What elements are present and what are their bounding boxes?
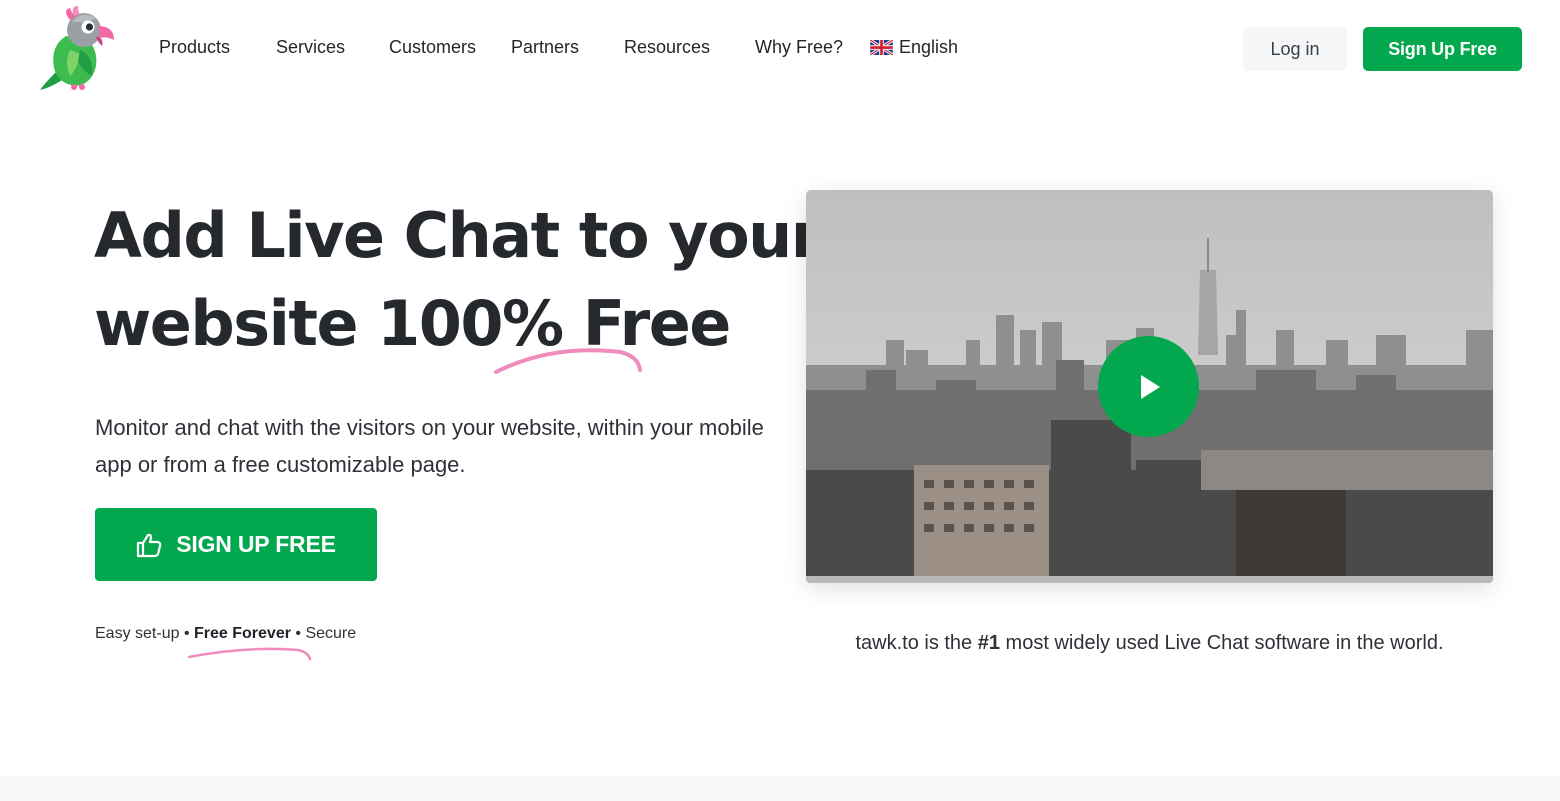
cta-label: SIGN UP FREE — [176, 531, 336, 557]
hero-title-line-2: website 100% Free — [94, 280, 774, 368]
signup-header-button[interactable]: Sign Up Free — [1363, 27, 1522, 71]
nav-why-free[interactable]: Why Free? — [755, 37, 843, 58]
play-button[interactable] — [1098, 336, 1199, 437]
popularity-tagline: tawk.to is the #1 most widely used Live … — [806, 632, 1493, 655]
language-selector[interactable]: English — [870, 37, 958, 58]
thumbs-up-icon — [137, 533, 162, 557]
free-underline-decoration — [494, 348, 642, 374]
nav-customers[interactable]: Customers — [389, 37, 476, 58]
tawkto-parrot-logo[interactable] — [36, 6, 120, 92]
nav-products[interactable]: Products — [159, 37, 230, 58]
free-forever-underline-decoration — [187, 647, 312, 661]
hero-subtitle: Monitor and chat with the visitors on yo… — [95, 415, 764, 477]
site-header: Products Services Customers Partners Res… — [0, 0, 1560, 100]
hero-title-line-1: Add Live Chat to your — [94, 199, 821, 272]
login-button[interactable]: Log in — [1243, 27, 1347, 71]
hero-title: Add Live Chat to your website 100% Free — [94, 192, 821, 368]
nav-services[interactable]: Services — [276, 37, 345, 58]
feature-easy-setup: Easy set-up — [95, 625, 180, 642]
next-section-band — [0, 776, 1560, 801]
nav-resources[interactable]: Resources — [624, 37, 710, 58]
play-icon — [1140, 374, 1160, 399]
feature-separator: • — [295, 625, 301, 642]
feature-list: Easy set-up • Free Forever • Secure — [95, 625, 356, 643]
intro-video-player[interactable] — [806, 190, 1493, 583]
tagline-prefix: tawk.to is the — [855, 632, 978, 654]
tagline-rank: #1 — [977, 632, 1000, 654]
tagline-suffix: most widely used Live Chat software in t… — [999, 632, 1444, 654]
feature-separator: • — [183, 625, 190, 642]
language-label: English — [899, 37, 959, 57]
feature-secure: Secure — [305, 625, 357, 642]
feature-free-forever: Free Forever — [194, 625, 291, 642]
nav-partners[interactable]: Partners — [511, 37, 579, 58]
signup-free-cta-button[interactable]: SIGN UP FREE — [95, 508, 377, 581]
uk-flag-icon — [870, 40, 893, 55]
